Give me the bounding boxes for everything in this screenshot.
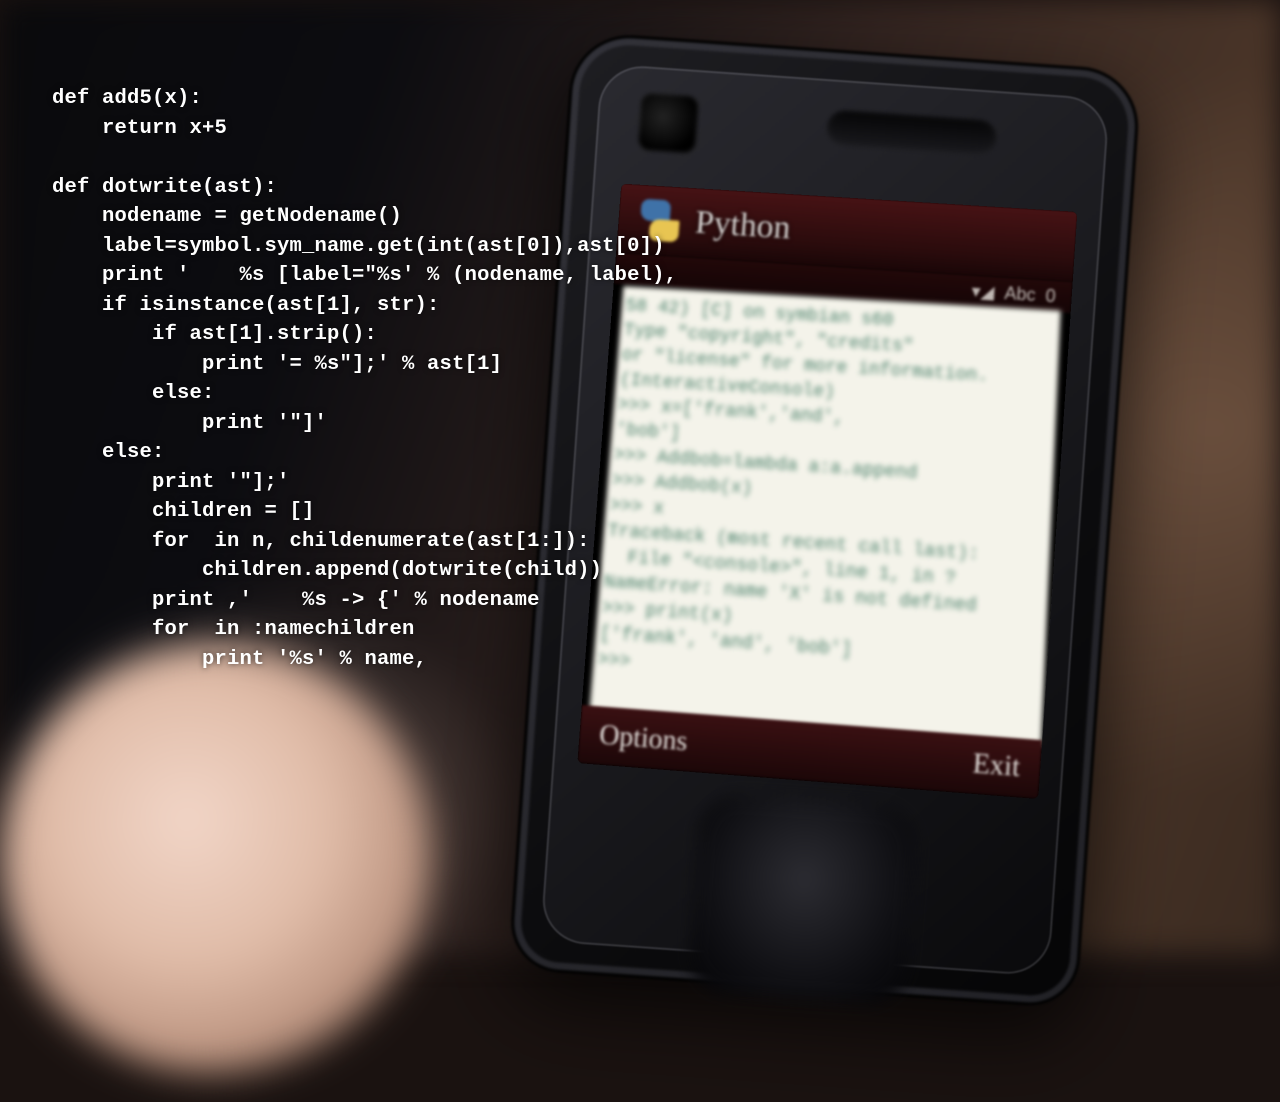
app-title: Python <box>694 204 792 247</box>
signal-icon: ▾◢ <box>971 280 995 302</box>
phone-dpad[interactable] <box>686 792 919 1007</box>
code-overlay: def add5(x): return x+5 def dotwrite(ast… <box>52 84 677 674</box>
softkey-exit[interactable]: Exit <box>972 748 1021 784</box>
char-count: 0 <box>1045 285 1056 307</box>
input-mode: Abc <box>1004 283 1037 306</box>
softkey-options[interactable]: Options <box>598 719 688 758</box>
